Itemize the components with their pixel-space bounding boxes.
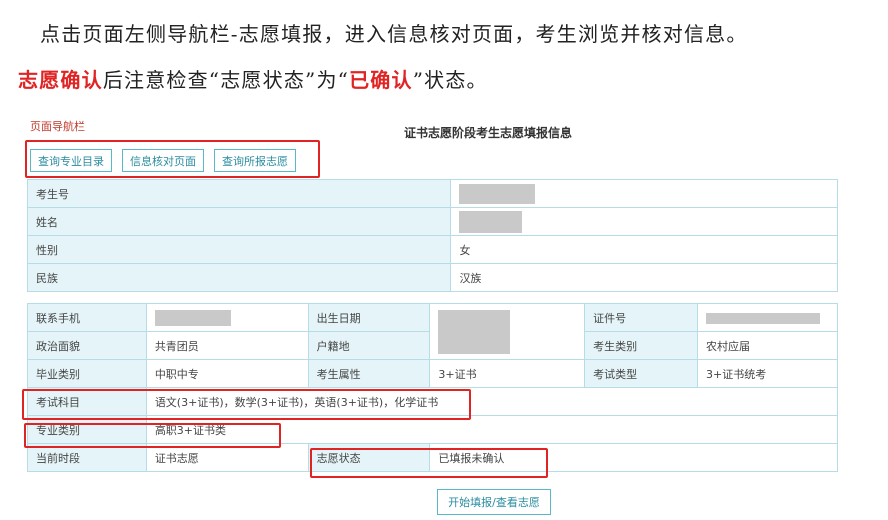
status-highlight-box bbox=[310, 448, 548, 478]
phone-label: 联系手机 bbox=[27, 303, 147, 332]
page-title: 证书志愿阶段考生志愿填报信息 bbox=[404, 126, 573, 140]
exam-type-value: 3+证书统考 bbox=[697, 359, 838, 388]
start-fill-button[interactable]: 开始填报/查看志愿 bbox=[437, 489, 551, 515]
birth-date-label: 出生日期 bbox=[307, 303, 431, 332]
nav-caption: 页面导航栏 bbox=[30, 120, 85, 133]
name-label: 姓名 bbox=[26, 207, 452, 236]
student-type-label: 考生类别 bbox=[584, 331, 698, 360]
instruction-text-b: ”状态。 bbox=[412, 68, 488, 92]
table-row: 性别 女 bbox=[26, 235, 838, 264]
graduation-type-value: 中职中专 bbox=[145, 359, 309, 388]
graduation-type-label: 毕业类别 bbox=[27, 359, 147, 388]
student-attr-label: 考生属性 bbox=[307, 359, 431, 388]
table-row: 联系手机 出生日期 证件号 bbox=[27, 303, 838, 360]
instruction-line-2: 志愿确认后注意检查“志愿状态”为“已确认”状态。 bbox=[18, 64, 488, 93]
highlight-confirmed: 已确认 bbox=[349, 68, 413, 92]
political-label: 政治面貌 bbox=[27, 331, 147, 360]
birth-date-value bbox=[429, 303, 586, 360]
political-value: 共青团员 bbox=[145, 331, 309, 360]
nav-highlight-box bbox=[25, 140, 320, 178]
highlight-confirm: 志愿确认 bbox=[18, 68, 103, 92]
student-attr-value: 3+证书 bbox=[429, 359, 586, 388]
id-number-label: 证件号 bbox=[584, 303, 698, 332]
exam-type-label: 考试类型 bbox=[584, 359, 698, 388]
gender-value: 女 bbox=[450, 235, 838, 264]
redacted-mask bbox=[459, 183, 536, 204]
table-row: 毕业类别 中职中专 考生属性 3+证书 考试类型 3+证书统考 bbox=[27, 359, 838, 388]
id-number-value bbox=[697, 303, 838, 332]
name-value bbox=[450, 207, 838, 236]
redacted-mask bbox=[459, 210, 523, 233]
student-type-value: 农村应届 bbox=[697, 331, 838, 360]
exam-number-value bbox=[450, 179, 838, 208]
ethnicity-value: 汉族 bbox=[450, 263, 838, 292]
table-row: 姓名 bbox=[26, 207, 838, 236]
hukou-label: 户籍地 bbox=[307, 331, 431, 360]
instruction-text-a: 后注意检查“志愿状态”为“ bbox=[102, 68, 350, 92]
exam-number-label: 考生号 bbox=[26, 179, 452, 208]
redacted-mask bbox=[154, 309, 231, 326]
basic-info-table: 考生号 姓名 性别 女 民族 汉族 bbox=[26, 179, 838, 292]
gender-label: 性别 bbox=[26, 235, 452, 264]
subjects-highlight-box bbox=[22, 389, 471, 420]
instruction-line-1: 点击页面左侧导航栏-志愿填报，进入信息核对页面，考生浏览并核对信息。 bbox=[40, 22, 748, 46]
table-row: 民族 汉族 bbox=[26, 263, 838, 292]
redacted-mask bbox=[706, 312, 820, 324]
redacted-mask bbox=[438, 310, 511, 354]
table-row: 考生号 bbox=[26, 179, 838, 208]
phone-value bbox=[145, 303, 309, 332]
ethnicity-label: 民族 bbox=[26, 263, 452, 292]
major-highlight-box bbox=[24, 423, 281, 448]
